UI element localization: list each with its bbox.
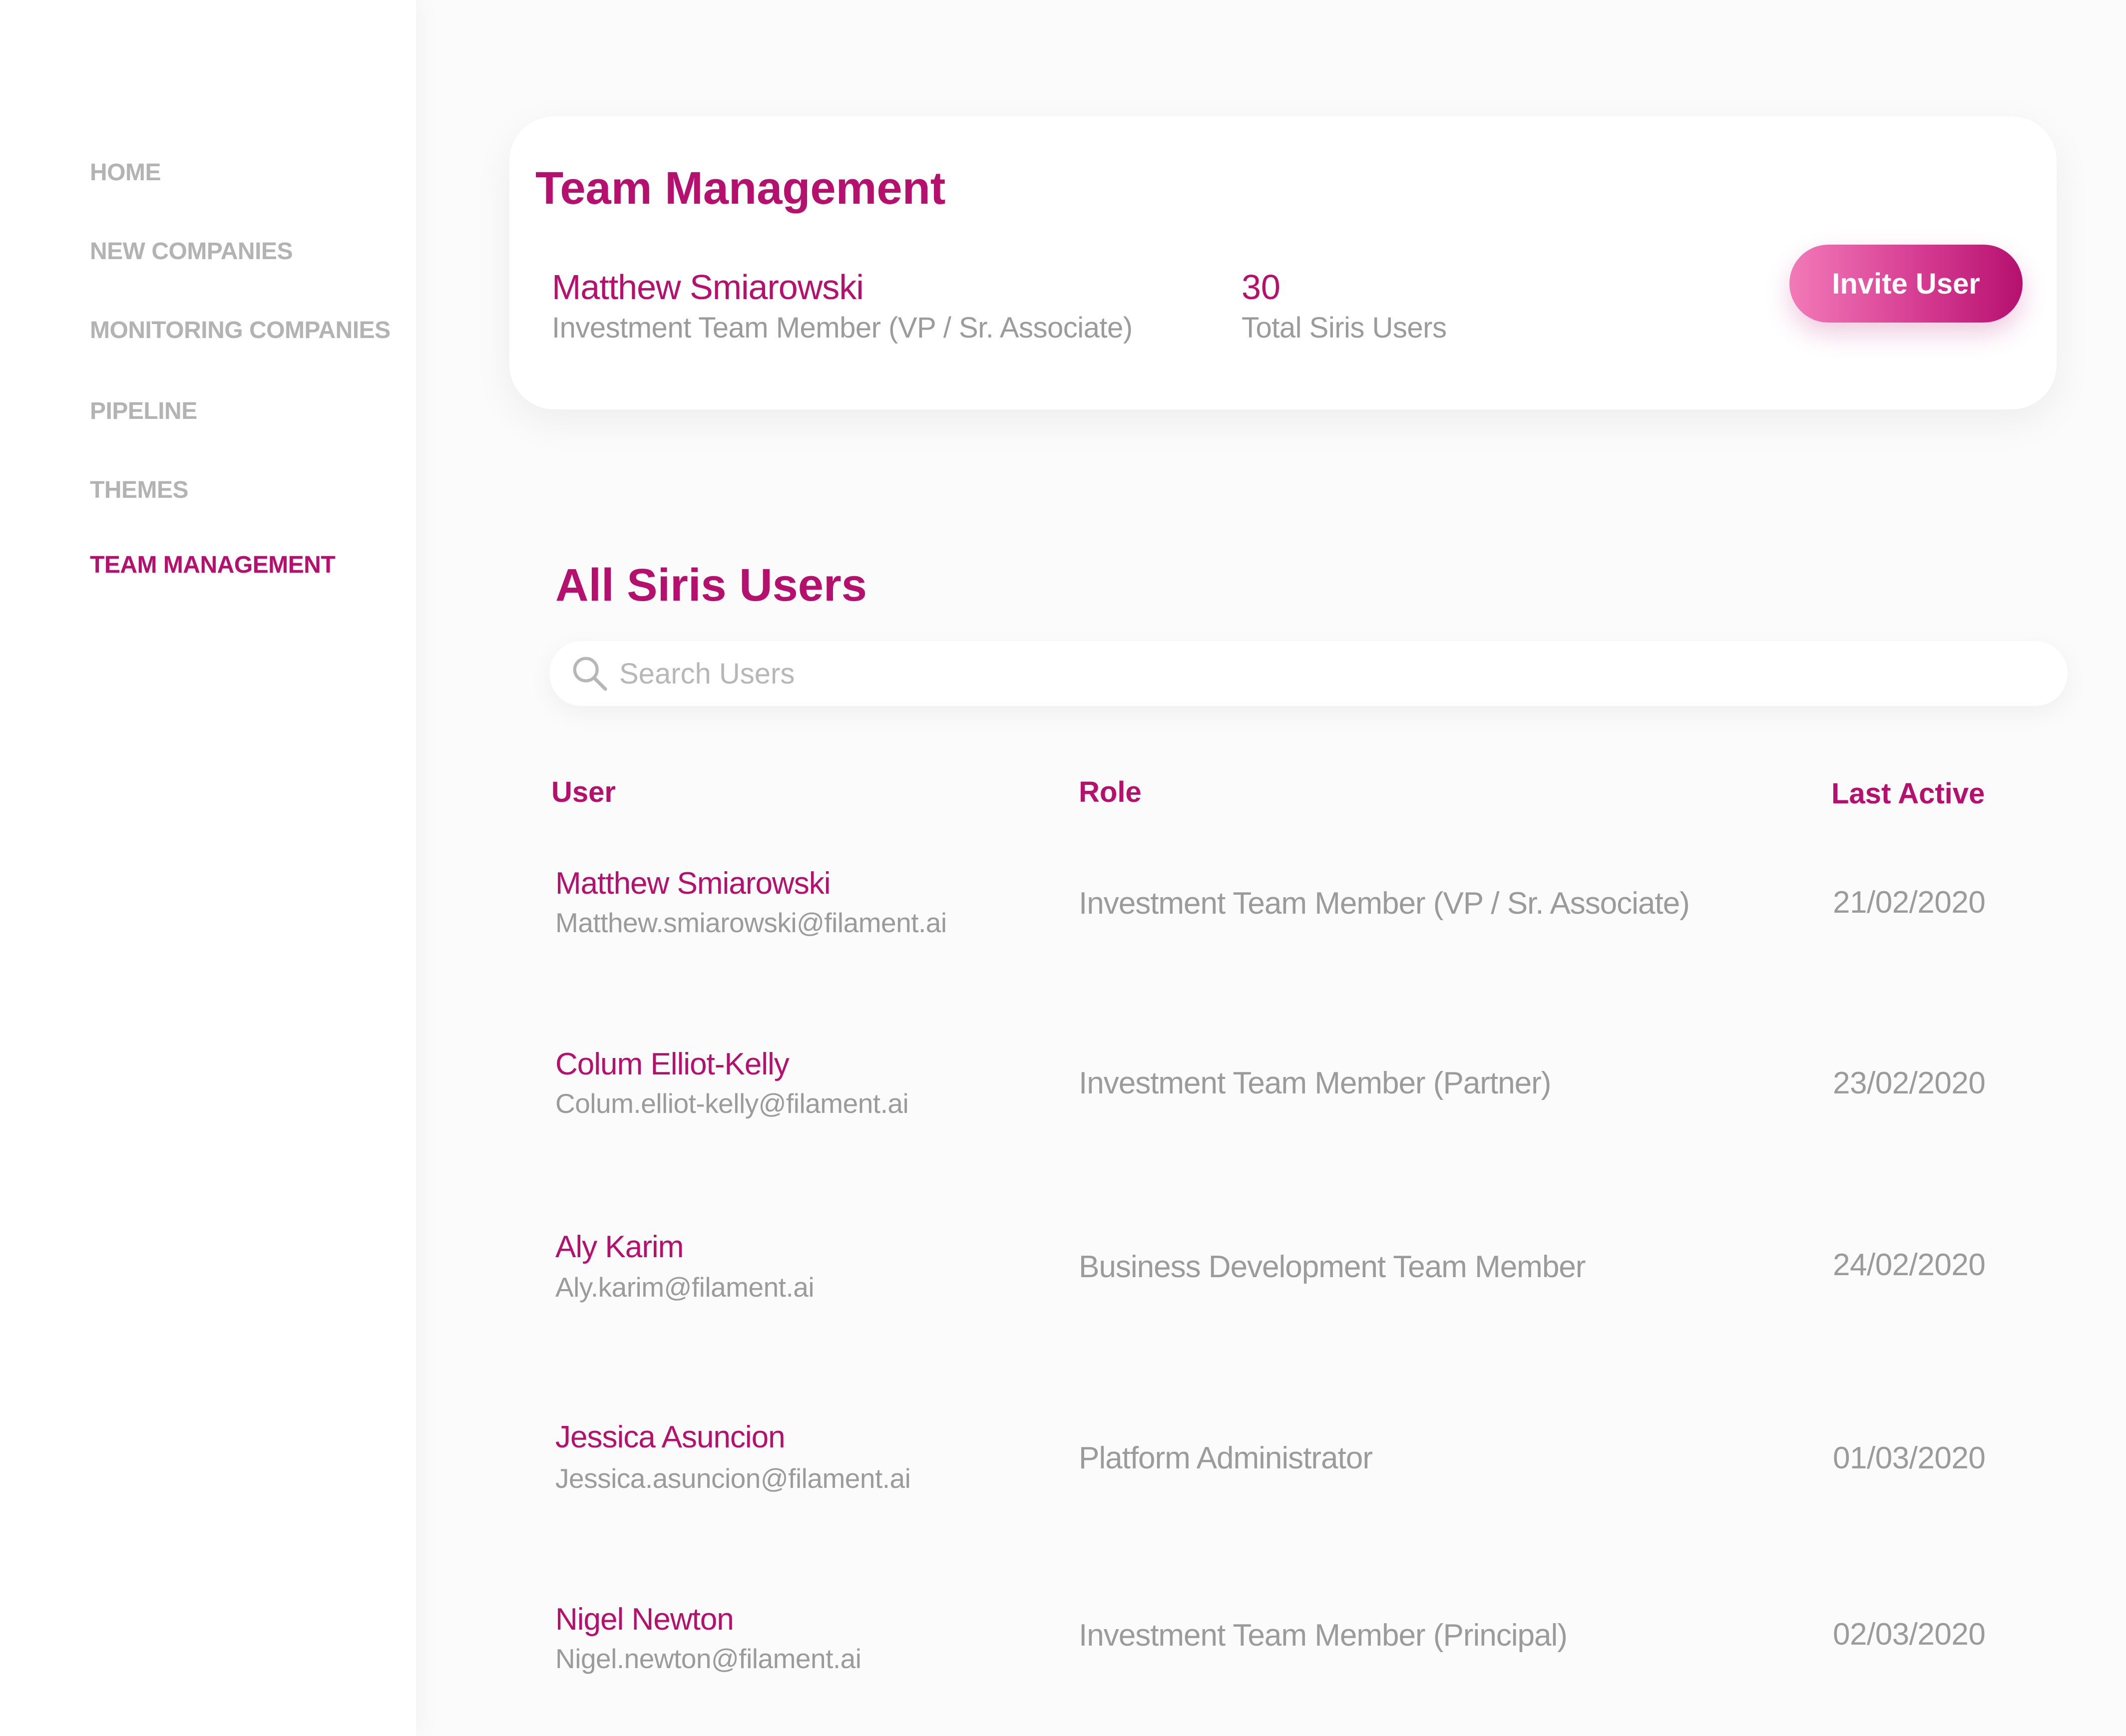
user-name[interactable]: Matthew Smiarowski bbox=[555, 866, 831, 901]
table-row[interactable]: Jessica Asuncion Jessica.asuncion@filame… bbox=[549, 1419, 2068, 1569]
table-row[interactable]: Nigel Newton Nigel.newton@filament.ai In… bbox=[549, 1602, 2068, 1736]
sidebar: HOME NEW COMPANIES MONITORING COMPANIES … bbox=[0, 0, 416, 1736]
search-icon bbox=[573, 657, 607, 691]
team-summary-card: Team Management Matthew Smiarowski Inves… bbox=[509, 116, 2057, 409]
user-last-active: 21/02/2020 bbox=[1833, 885, 1986, 920]
column-header-last-active[interactable]: Last Active bbox=[1831, 777, 1985, 810]
user-role: Business Development Team Member bbox=[1079, 1250, 1586, 1284]
search-bar bbox=[549, 641, 2068, 706]
user-name[interactable]: Colum Elliot-Kelly bbox=[555, 1046, 790, 1082]
table-row[interactable]: Colum Elliot-Kelly Colum.elliot-kelly@fi… bbox=[549, 1046, 2068, 1196]
sidebar-item-team-management[interactable]: TEAM MANAGEMENT bbox=[90, 551, 336, 579]
page-title: Team Management bbox=[535, 163, 946, 214]
table-row[interactable]: Aly Karim Aly.karim@filament.ai Business… bbox=[549, 1229, 2068, 1379]
sidebar-item-monitoring-companies[interactable]: MONITORING COMPANIES bbox=[90, 317, 391, 344]
user-role: Platform Administrator bbox=[1079, 1441, 1373, 1475]
search-input[interactable] bbox=[619, 651, 2018, 696]
user-last-active: 24/02/2020 bbox=[1833, 1248, 1986, 1282]
user-name[interactable]: Nigel Newton bbox=[555, 1602, 734, 1637]
current-user-name: Matthew Smiarowski bbox=[552, 268, 864, 307]
total-users-count: 30 bbox=[1242, 268, 1280, 307]
user-email: Aly.karim@filament.ai bbox=[555, 1272, 815, 1303]
user-email: Matthew.smiarowski@filament.ai bbox=[555, 907, 947, 938]
app-root: HOME NEW COMPANIES MONITORING COMPANIES … bbox=[0, 0, 2126, 1736]
user-email: Colum.elliot-kelly@filament.ai bbox=[555, 1088, 909, 1119]
user-last-active: 01/03/2020 bbox=[1833, 1441, 1986, 1475]
column-header-user[interactable]: User bbox=[551, 775, 616, 809]
user-name[interactable]: Jessica Asuncion bbox=[555, 1419, 786, 1455]
user-role: Investment Team Member (VP / Sr. Associa… bbox=[1079, 886, 1690, 921]
column-header-role[interactable]: Role bbox=[1079, 775, 1142, 809]
sidebar-item-new-companies[interactable]: NEW COMPANIES bbox=[90, 238, 293, 265]
user-last-active: 23/02/2020 bbox=[1833, 1066, 1986, 1100]
user-last-active: 02/03/2020 bbox=[1833, 1617, 1986, 1652]
user-name[interactable]: Aly Karim bbox=[555, 1229, 684, 1265]
sidebar-item-pipeline[interactable]: PIPELINE bbox=[90, 397, 197, 425]
user-role: Investment Team Member (Partner) bbox=[1079, 1066, 1551, 1100]
total-users-label: Total Siris Users bbox=[1242, 312, 1447, 344]
sidebar-item-themes[interactable]: THEMES bbox=[90, 476, 189, 504]
users-section-title: All Siris Users bbox=[555, 560, 867, 611]
sidebar-item-home[interactable]: HOME bbox=[90, 159, 161, 186]
user-role: Investment Team Member (Principal) bbox=[1079, 1618, 1568, 1653]
table-row[interactable]: Matthew Smiarowski Matthew.smiarowski@fi… bbox=[549, 866, 2068, 1016]
user-email: Jessica.asuncion@filament.ai bbox=[555, 1463, 911, 1494]
current-user-role: Investment Team Member (VP / Sr. Associa… bbox=[552, 312, 1133, 344]
user-email: Nigel.newton@filament.ai bbox=[555, 1643, 861, 1674]
invite-user-button[interactable]: Invite User bbox=[1789, 245, 2023, 323]
